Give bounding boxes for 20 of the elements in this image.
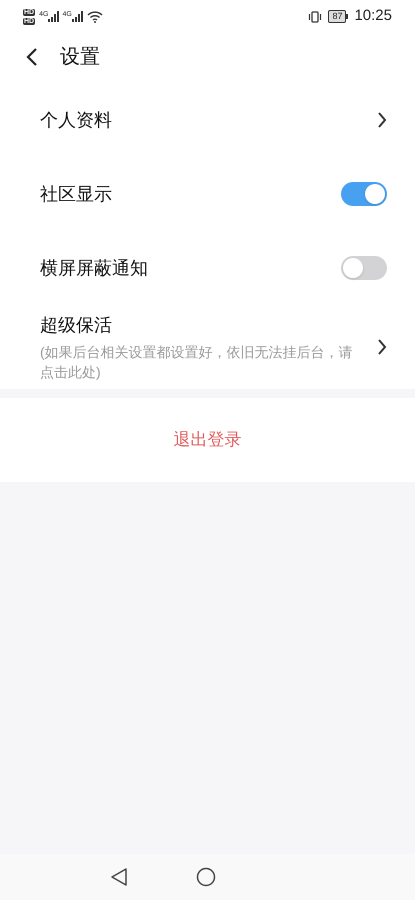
setting-description: (如果后台相关设置都设置好，依旧无法挂后台，请点击此处) bbox=[40, 343, 354, 382]
back-nav-icon[interactable] bbox=[110, 867, 128, 887]
wifi-icon bbox=[86, 10, 103, 22]
setting-label: 社区显示 bbox=[40, 182, 113, 206]
setting-label: 个人资料 bbox=[40, 108, 113, 132]
logout-button[interactable]: 退出登录 bbox=[158, 427, 258, 453]
setting-label: 超级保活 bbox=[40, 314, 113, 337]
chevron-right-icon[interactable] bbox=[377, 112, 387, 128]
vibrate-icon bbox=[308, 10, 322, 22]
clock-time: 10:25 bbox=[354, 6, 392, 26]
toggle-switch[interactable] bbox=[341, 256, 387, 280]
setting-label: 横屏屏蔽通知 bbox=[40, 256, 149, 280]
chevron-right-icon[interactable] bbox=[377, 339, 387, 355]
toggle-switch[interactable] bbox=[341, 182, 387, 206]
battery-indicator: 87 bbox=[328, 10, 348, 23]
signal-icon bbox=[72, 11, 83, 22]
home-nav-icon[interactable] bbox=[196, 867, 216, 887]
back-button[interactable] bbox=[26, 47, 40, 67]
page-title: 设置 bbox=[60, 45, 100, 70]
signal-icon bbox=[48, 11, 60, 22]
